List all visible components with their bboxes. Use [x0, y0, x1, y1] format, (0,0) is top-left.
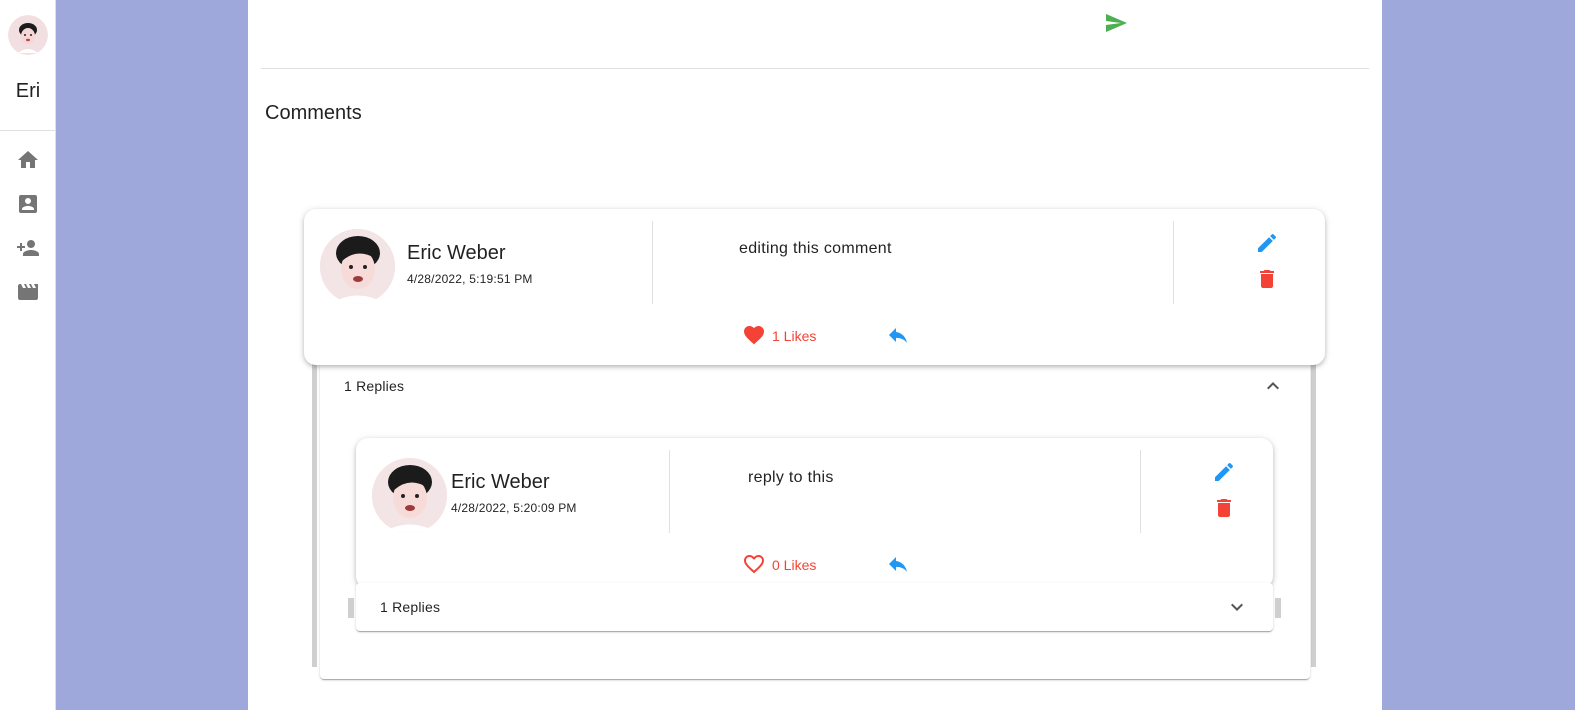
reply-avatar[interactable] — [372, 458, 447, 533]
comment-card: Eric Weber 4/28/2022, 5:19:51 PM editing… — [304, 209, 1325, 365]
reply-divider-right — [1140, 450, 1141, 533]
delete-icon[interactable] — [1212, 496, 1236, 520]
user-name: Eri — [15, 80, 41, 102]
nested-replies-toggle-label[interactable]: 1 Replies — [380, 599, 440, 615]
comment-text: editing this comment — [739, 240, 892, 257]
edit-icon[interactable] — [1212, 460, 1236, 484]
comment-divider-left — [652, 221, 653, 304]
comment-likes[interactable]: 1 Likes — [772, 328, 816, 344]
home-icon[interactable] — [16, 148, 40, 172]
chevron-down-icon[interactable] — [1225, 595, 1249, 619]
person-add-icon[interactable] — [16, 236, 40, 260]
comment-divider-right — [1173, 221, 1174, 304]
edit-icon[interactable] — [1255, 231, 1279, 255]
comment-date: 4/28/2022, 5:19:51 PM — [407, 272, 533, 286]
sidebar-divider — [0, 130, 56, 131]
heart-outline-icon[interactable] — [742, 552, 766, 576]
reply-text: reply to this — [748, 469, 834, 486]
reply-icon[interactable] — [886, 323, 910, 347]
send-icon[interactable] — [1103, 11, 1129, 35]
reply-author: Eric Weber — [451, 471, 550, 493]
nested-accordion-edge-right — [1275, 598, 1281, 618]
reply-likes[interactable]: 0 Likes — [772, 557, 816, 573]
nested-replies-accordion[interactable]: 1 Replies — [356, 583, 1273, 631]
user-avatar[interactable] — [8, 15, 48, 55]
reply-icon[interactable] — [886, 552, 910, 576]
sidebar: Eri — [0, 0, 56, 710]
comment-author: Eric Weber — [407, 242, 506, 264]
section-divider — [261, 68, 1369, 69]
movie-icon[interactable] — [16, 280, 40, 304]
delete-icon[interactable] — [1255, 267, 1279, 291]
comments-title: Comments — [265, 102, 362, 124]
account-box-icon[interactable] — [16, 192, 40, 216]
accordion-edge-right — [1311, 362, 1316, 667]
main-panel: Comments 1 Replies Eric Weber 4/28/2022,… — [248, 0, 1382, 710]
nested-accordion-edge-left — [348, 598, 354, 618]
replies-toggle-label[interactable]: 1 Replies — [344, 378, 404, 394]
reply-divider-left — [669, 450, 670, 533]
heart-filled-icon[interactable] — [742, 323, 766, 347]
comment-avatar[interactable] — [320, 229, 395, 304]
reply-date: 4/28/2022, 5:20:09 PM — [451, 501, 577, 515]
reply-card: Eric Weber 4/28/2022, 5:20:09 PM reply t… — [356, 438, 1273, 588]
chevron-up-icon[interactable] — [1261, 374, 1285, 398]
accordion-edge-left — [312, 362, 317, 667]
